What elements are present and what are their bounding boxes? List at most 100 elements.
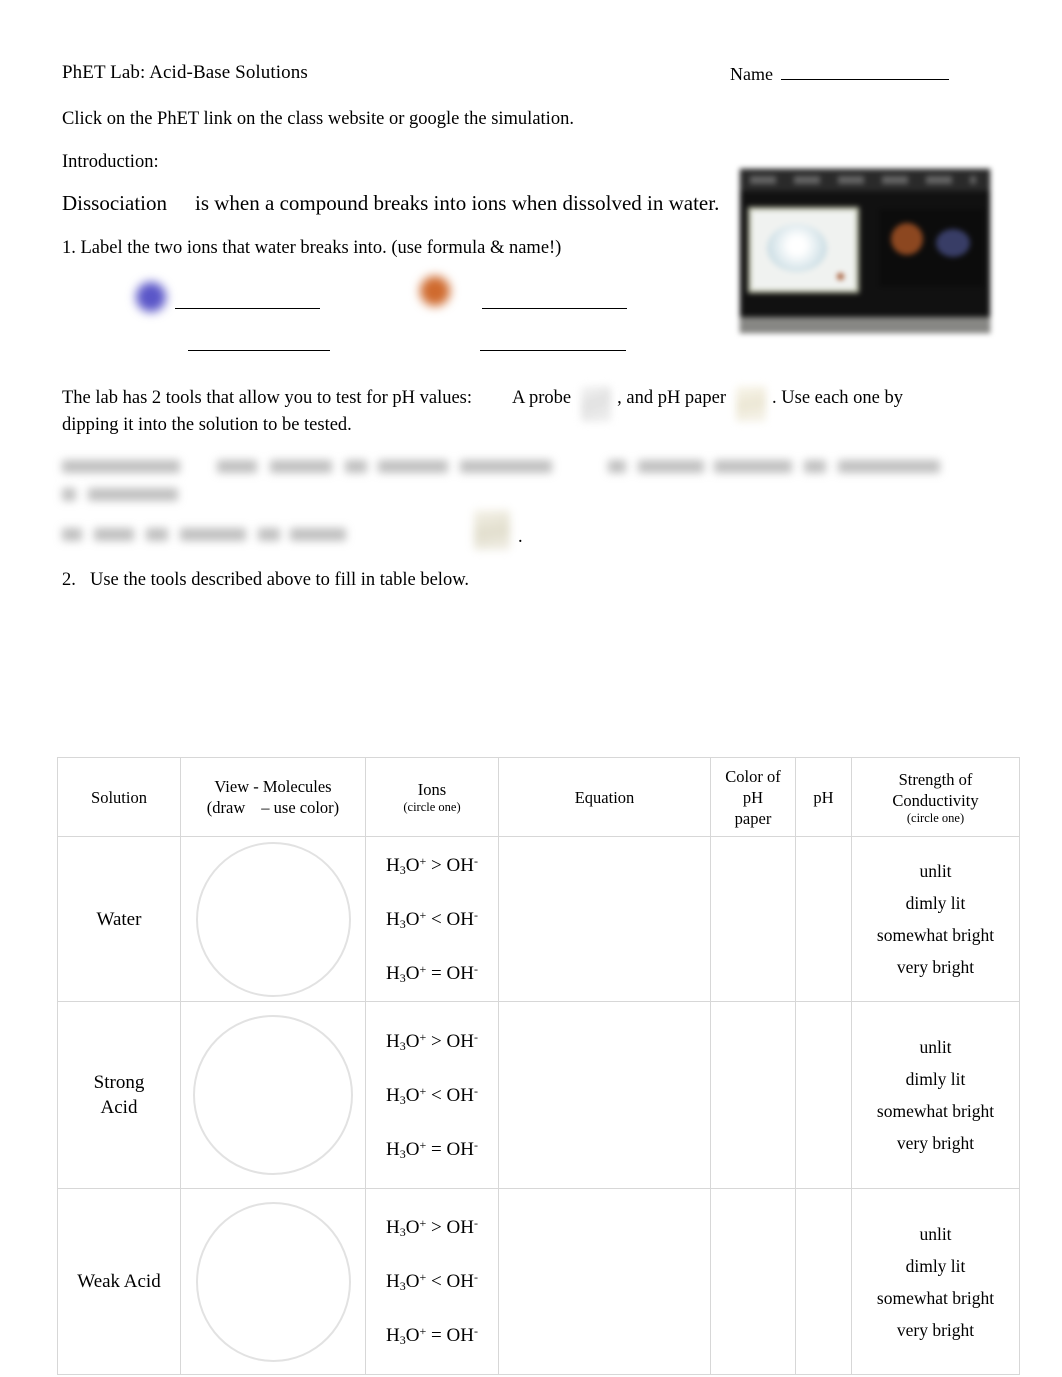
cell-ph-value[interactable]	[795, 1188, 852, 1375]
instruction-click-link: Click on the PhET link on the class webs…	[62, 109, 574, 129]
ion-option-equal[interactable]: H3O+ = OH-	[386, 958, 478, 989]
header-ions-label: Ions	[417, 780, 447, 799]
conductivity-option-very-bright[interactable]: very bright	[852, 1127, 1019, 1159]
ph-tools-line-1: The lab has 2 tools that allow you to te…	[62, 385, 1012, 422]
ion-option-less[interactable]: H3O+ < OH-	[386, 904, 478, 935]
header-color-line3: paper	[734, 808, 772, 828]
redacted-inline-icon	[474, 510, 510, 550]
cell-draw-molecules[interactable]	[180, 836, 366, 1002]
solution-label-line1: Strong	[93, 1072, 145, 1093]
conductivity-option-very-bright[interactable]: very bright	[852, 1314, 1019, 1346]
molecule-draw-circle[interactable]	[195, 841, 351, 997]
solution-label-line1: Weak Acid	[77, 1271, 161, 1292]
conductivity-option-dimly-lit[interactable]: dimly lit	[852, 1063, 1019, 1095]
conductivity-option-unlit[interactable]: unlit	[852, 1031, 1019, 1063]
conductivity-option-somewhat-bright[interactable]: somewhat bright	[852, 1095, 1019, 1127]
cell-conductivity-choices[interactable]: unlit dimly lit somewhat bright very bri…	[851, 1001, 1020, 1189]
ion-labeling-area	[62, 272, 682, 352]
table-row: Water H3O+ > OH- H3O+ < OH- H3O+ = OH- u…	[57, 836, 1020, 1002]
header-ph: pH	[795, 757, 852, 837]
redacted-trailing-period: .	[518, 527, 523, 547]
cell-solution-name: Weak Acid	[57, 1188, 181, 1375]
header-conductivity-line1: Strength of	[898, 769, 973, 789]
solution-label-line2: Acid	[100, 1097, 138, 1118]
ion-option-list: H3O+ > OH- H3O+ < OH- H3O+ = OH-	[366, 850, 498, 989]
conductivity-option-list: unlit dimly lit somewhat bright very bri…	[852, 1031, 1019, 1159]
cell-conductivity-choices[interactable]: unlit dimly lit somewhat bright very bri…	[851, 1188, 1020, 1375]
cell-ph-value[interactable]	[795, 836, 852, 1002]
cell-ions-choices[interactable]: H3O+ > OH- H3O+ < OH- H3O+ = OH-	[365, 1001, 499, 1189]
cell-ph-paper-color[interactable]	[710, 1001, 796, 1189]
molecule-draw-circle[interactable]	[193, 1015, 353, 1175]
dissociation-term: Dissociation	[62, 191, 167, 215]
ph-tools-paragraph: The lab has 2 tools that allow you to te…	[62, 385, 1012, 438]
redacted-paragraph	[62, 452, 1017, 552]
sim-beaker-panel	[748, 207, 859, 293]
header-conductivity-line2: Conductivity	[892, 790, 979, 810]
cell-equation[interactable]	[498, 836, 711, 1002]
sim-molecule-panel	[879, 209, 984, 287]
ion-option-equal[interactable]: H3O+ = OH-	[386, 1320, 478, 1351]
cell-ions-choices[interactable]: H3O+ > OH- H3O+ < OH- H3O+ = OH-	[365, 1188, 499, 1375]
header-color-line2: pH	[742, 787, 764, 807]
name-blank-line[interactable]	[780, 78, 949, 80]
hydronium-ion-dot-icon	[136, 282, 166, 312]
phet-simulation-thumbnail	[739, 168, 991, 334]
header-color-line1: Color of	[725, 766, 781, 786]
conductivity-option-unlit[interactable]: unlit	[852, 855, 1019, 887]
conductivity-option-dimly-lit[interactable]: dimly lit	[852, 1250, 1019, 1282]
cell-equation[interactable]	[498, 1001, 711, 1189]
hydroxide-ion-dot-icon	[420, 276, 450, 306]
cell-ph-paper-color[interactable]	[710, 836, 796, 1002]
cell-ph-paper-color[interactable]	[710, 1188, 796, 1375]
cell-solution-name: Strong Acid	[57, 1001, 181, 1189]
conductivity-option-very-bright[interactable]: very bright	[852, 951, 1019, 983]
solutions-data-table: Solution View - Molecules (draw – use col…	[57, 757, 1020, 1375]
header-view-line2b: – use color)	[261, 798, 340, 817]
dissociation-definition-text: is when a compound breaks into ions when…	[195, 191, 720, 215]
ion-1-formula-blank[interactable]	[175, 307, 320, 309]
conductivity-option-somewhat-bright[interactable]: somewhat bright	[852, 919, 1019, 951]
cell-conductivity-choices[interactable]: unlit dimly lit somewhat bright very bri…	[851, 836, 1020, 1002]
sim-orange-molecule-icon	[891, 223, 923, 255]
ion-option-greater[interactable]: H3O+ > OH-	[386, 1026, 478, 1057]
question-2-line: 2. Use the tools described above to fill …	[62, 567, 469, 593]
sim-blue-molecule-icon	[936, 229, 970, 257]
header-solution: Solution	[57, 757, 181, 837]
introduction-label: Introduction:	[62, 152, 159, 172]
sim-titlebar	[740, 169, 990, 191]
ion-2-formula-blank[interactable]	[482, 307, 627, 309]
name-field-block: Name	[730, 64, 949, 85]
question-2-number: 2.	[62, 570, 76, 590]
ion-option-list: H3O+ > OH- H3O+ < OH- H3O+ = OH-	[366, 1212, 498, 1351]
ion-2-name-blank[interactable]	[480, 349, 626, 351]
name-label: Name	[730, 64, 773, 84]
ph-tools-text-1: The lab has 2 tools that allow you to te…	[62, 388, 473, 408]
table-body: Water H3O+ > OH- H3O+ < OH- H3O+ = OH- u…	[57, 836, 1020, 1375]
ion-option-greater[interactable]: H3O+ > OH-	[386, 1212, 478, 1243]
ion-option-less[interactable]: H3O+ < OH-	[386, 1080, 478, 1111]
cell-ions-choices[interactable]: H3O+ > OH- H3O+ < OH- H3O+ = OH-	[365, 836, 499, 1002]
cell-draw-molecules[interactable]	[180, 1188, 366, 1375]
conductivity-option-dimly-lit[interactable]: dimly lit	[852, 887, 1019, 919]
cell-ph-value[interactable]	[795, 1001, 852, 1189]
ion-option-greater[interactable]: H3O+ > OH-	[386, 850, 478, 881]
conductivity-option-somewhat-bright[interactable]: somewhat bright	[852, 1282, 1019, 1314]
cell-equation[interactable]	[498, 1188, 711, 1375]
table-row: Strong Acid H3O+ > OH- H3O+ < OH- H3O+ =…	[57, 1001, 1020, 1189]
ph-tools-text-3: , and pH paper	[617, 388, 727, 408]
table-row: Weak Acid H3O+ > OH- H3O+ < OH- H3O+ = O…	[57, 1188, 1020, 1375]
ion-option-less[interactable]: H3O+ < OH-	[386, 1266, 478, 1297]
ph-tools-text-4: . Use each one by	[772, 388, 904, 408]
cell-solution-name: Water	[57, 836, 181, 1002]
header-view-line1: View - Molecules	[214, 777, 332, 796]
header-solution-label: Solution	[91, 787, 147, 807]
cell-draw-molecules[interactable]	[180, 1001, 366, 1189]
molecule-draw-circle[interactable]	[195, 1201, 351, 1362]
ion-option-equal[interactable]: H3O+ = OH-	[386, 1134, 478, 1165]
conductivity-option-unlit[interactable]: unlit	[852, 1218, 1019, 1250]
ion-1-name-blank[interactable]	[188, 349, 330, 351]
table-header-row: Solution View - Molecules (draw – use col…	[57, 757, 1020, 837]
ph-tools-text-2: A probe	[512, 388, 572, 408]
question-2-text: Use the tools described above to fill in…	[90, 570, 469, 590]
